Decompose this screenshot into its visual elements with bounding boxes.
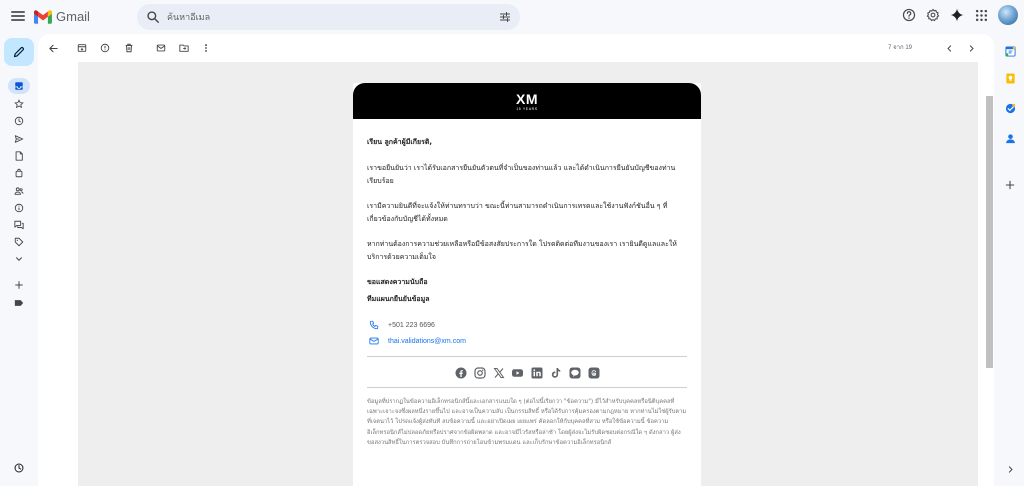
app-name: Gmail — [56, 9, 90, 24]
settings-icon[interactable] — [924, 6, 942, 24]
line-icon[interactable] — [568, 366, 581, 379]
delete-icon[interactable] — [122, 41, 136, 55]
older-icon[interactable] — [964, 41, 978, 55]
sent-icon[interactable] — [11, 131, 27, 147]
gmail-m-icon — [34, 9, 52, 24]
linkedin-icon[interactable] — [530, 366, 543, 379]
main-menu-icon[interactable] — [10, 9, 26, 25]
label-icon[interactable] — [11, 234, 27, 250]
contact-phone: +501 223 6696 — [369, 318, 687, 332]
inbox-icon[interactable] — [8, 78, 30, 94]
scrollbar-thumb[interactable] — [986, 96, 993, 368]
more-options-icon[interactable] — [199, 41, 213, 55]
top-bar: Gmail — [0, 0, 1024, 34]
calendar-icon[interactable] — [1003, 44, 1017, 58]
xm-logo: XM — [516, 90, 538, 107]
email-greeting: เรียน ลูกค้าผู้มีเกียรติ, — [367, 138, 433, 146]
report-spam-icon[interactable] — [98, 41, 112, 55]
youtube-icon[interactable] — [511, 366, 524, 379]
apps-icon[interactable] — [972, 6, 990, 24]
message-view: 7 จาก 19 XM 15 YEARS เรียน ลูกค้าผู้มีเก… — [38, 34, 994, 486]
purchases-icon[interactable] — [11, 165, 27, 181]
top-right-actions — [900, 5, 1018, 25]
collapse-panel-icon[interactable] — [1003, 462, 1017, 476]
threads-icon[interactable] — [587, 366, 600, 379]
email-paragraph: เรามีความยินดีที่จะแจ้งให้ท่านทราบว่า ขณ… — [367, 202, 668, 223]
email-paragraph: หากท่านต้องการความช่วยเหลือหรือมีข้อสงสั… — [367, 240, 677, 261]
contact-email-link[interactable]: thai.validations@xm.com — [388, 335, 466, 348]
email-content: XM 15 YEARS เรียน ลูกค้าผู้มีเกียรติ, เร… — [353, 83, 701, 486]
contact-phone-text: +501 223 6696 — [388, 321, 435, 329]
move-to-icon[interactable] — [177, 41, 191, 55]
pager-label: 7 จาก 19 — [888, 45, 912, 51]
email-body: เรียน ลูกค้าผู้มีเกียรติ, เราขอยืนยันว่า… — [353, 119, 701, 448]
xm-logo-subtitle: 15 YEARS — [516, 106, 538, 111]
right-side-panel — [996, 34, 1024, 486]
get-addons-icon[interactable] — [1003, 178, 1017, 192]
social-icon[interactable] — [11, 183, 27, 199]
phone-icon — [369, 320, 379, 330]
snoozed-icon[interactable] — [11, 113, 27, 129]
email-header-banner: XM 15 YEARS — [353, 83, 701, 119]
mail-icon — [369, 336, 379, 346]
mark-unread-icon[interactable] — [154, 41, 168, 55]
newer-icon[interactable] — [942, 41, 956, 55]
help-icon[interactable] — [900, 6, 918, 24]
compose-button[interactable] — [4, 38, 34, 66]
activity-icon[interactable] — [11, 460, 27, 476]
search-input[interactable] — [167, 7, 467, 27]
label-tag-icon[interactable] — [11, 295, 27, 311]
x-icon[interactable] — [492, 366, 505, 379]
email-sign-off: ขอแสดงความนับถือ — [367, 278, 428, 286]
contact-email[interactable]: thai.validations@xm.com — [369, 334, 687, 348]
create-label-icon[interactable] — [11, 277, 27, 293]
message-body-area[interactable]: XM 15 YEARS เรียน ลูกค้าผู้มีเกียรติ, เร… — [78, 62, 978, 486]
search-icon[interactable] — [146, 10, 160, 24]
forums-icon[interactable] — [11, 217, 27, 233]
back-icon[interactable] — [46, 41, 60, 55]
archive-icon[interactable] — [75, 41, 89, 55]
search-options-icon[interactable] — [499, 11, 511, 23]
email-paragraph: เราขอยืนยันว่า เราได้รับเอกสารยืนยันตัวต… — [367, 164, 676, 185]
account-avatar[interactable] — [998, 5, 1018, 25]
compose-icon — [13, 46, 25, 58]
facebook-icon[interactable] — [454, 366, 467, 379]
instagram-icon[interactable] — [473, 366, 486, 379]
tasks-icon[interactable] — [1003, 101, 1017, 115]
gmail-logo[interactable]: Gmail — [34, 9, 90, 24]
message-toolbar: 7 จาก 19 — [38, 34, 994, 62]
keep-icon[interactable] — [1003, 71, 1017, 85]
contacts-icon[interactable] — [1003, 131, 1017, 145]
updates-icon[interactable] — [11, 200, 27, 216]
email-disclaimer: ข้อมูลที่ปรากฏในข้อความอิเล็กทรอนิกส์นี้… — [367, 399, 687, 446]
email-team-name: ทีมแผนกยืนยันข้อมูล — [367, 295, 430, 303]
more-icon[interactable] — [11, 251, 27, 267]
starred-icon[interactable] — [11, 96, 27, 112]
drafts-icon[interactable] — [11, 148, 27, 164]
gemini-icon[interactable] — [948, 6, 966, 24]
search-bar[interactable] — [137, 4, 520, 30]
left-nav-rail — [0, 34, 38, 486]
tiktok-icon[interactable] — [549, 366, 562, 379]
social-links — [367, 357, 687, 387]
